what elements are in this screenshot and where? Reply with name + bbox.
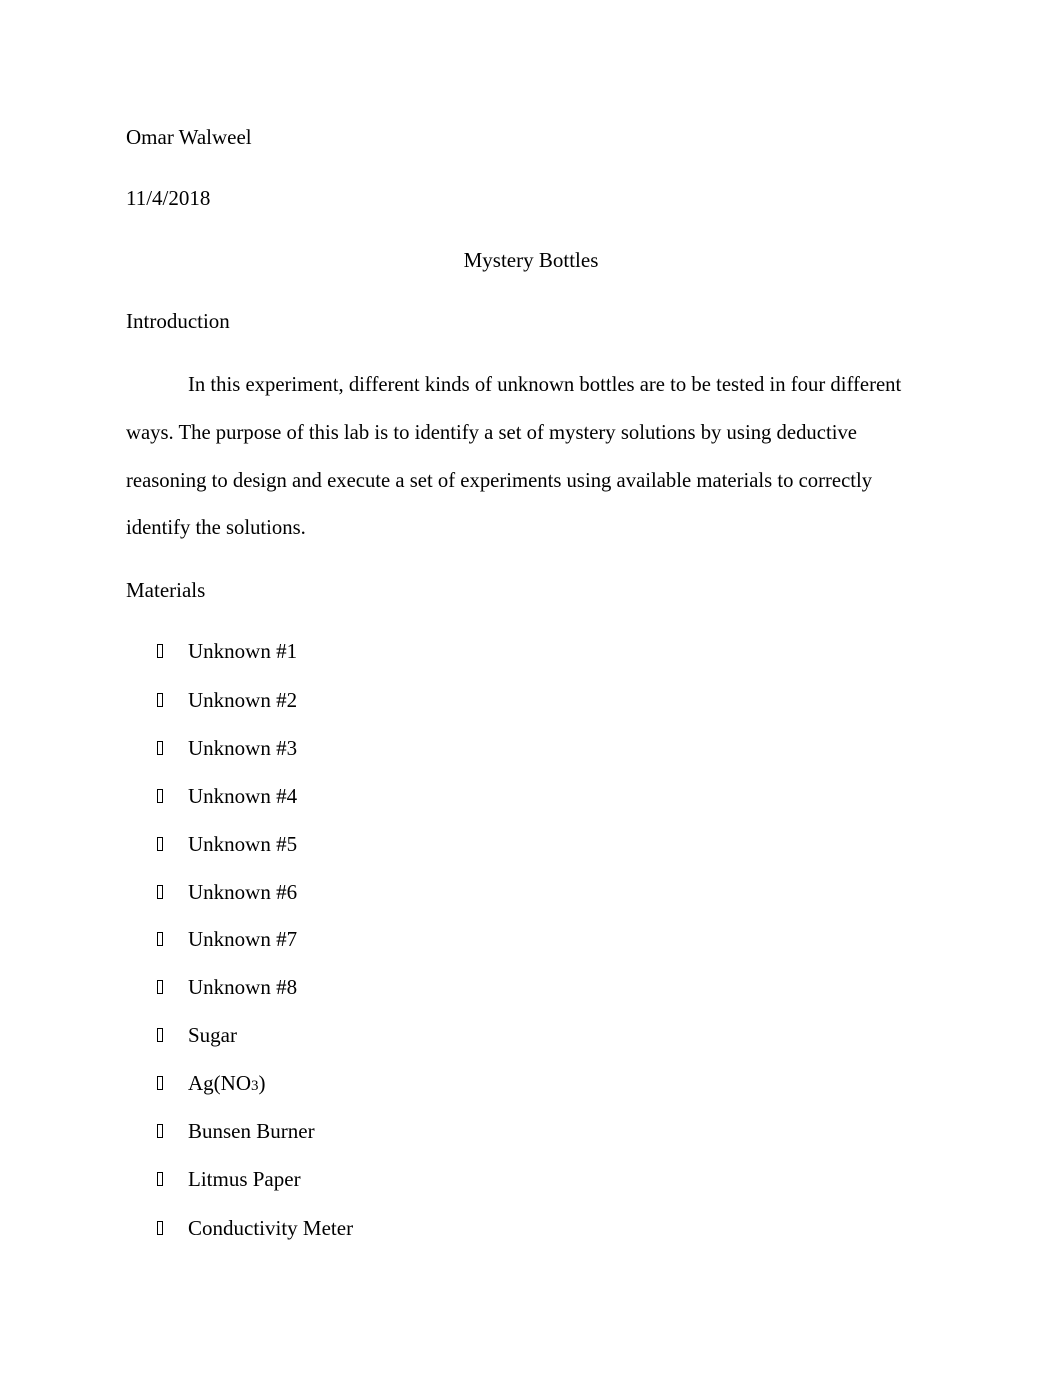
bullet-icon [157, 1221, 163, 1235]
list-item-label: Sugar [188, 1023, 237, 1047]
list-item-label: Unknown #8 [188, 975, 298, 999]
materials-heading: Materials [126, 578, 206, 602]
bullet-icon [157, 741, 163, 755]
list-item-label: Unknown #5 [188, 832, 298, 856]
paragraph-line: identify the solutions. [126, 515, 306, 539]
bullet-icon [157, 1172, 163, 1186]
bullet-icon [157, 693, 163, 707]
document-date: 11/4/2018 [126, 186, 211, 210]
list-item-label: Bunsen Burner [188, 1119, 315, 1143]
introduction-heading: Introduction [126, 309, 230, 333]
list-item-label: Unknown #3 [188, 736, 298, 760]
list-item-label: Litmus Paper [188, 1167, 301, 1191]
bullet-icon [157, 1076, 163, 1090]
list-item-label: Ag(NO3) [188, 1073, 266, 1094]
list-item-label: Unknown #2 [188, 688, 298, 712]
paragraph-line: In this experiment, different kinds of u… [188, 372, 902, 396]
document-title: Mystery Bottles [463, 248, 599, 272]
bullet-icon [157, 980, 163, 994]
bullet-icon [157, 1028, 163, 1042]
formula-suffix: ) [258, 1071, 266, 1095]
list-item-label: Unknown #7 [188, 927, 298, 951]
bullet-icon [157, 1124, 163, 1138]
list-item-label: Unknown #4 [188, 784, 298, 808]
paragraph-line: ways. The purpose of this lab is to iden… [126, 420, 857, 444]
author-name: Omar Walweel [126, 125, 252, 149]
bullet-icon [157, 789, 163, 803]
bullet-icon [157, 837, 163, 851]
formula-base: Ag(NO [188, 1071, 251, 1095]
bullet-icon [157, 885, 163, 899]
paragraph-line: reasoning to design and execute a set of… [126, 468, 873, 492]
bullet-icon [157, 932, 163, 946]
bullet-icon [157, 644, 163, 658]
list-item-label: Unknown #1 [188, 639, 298, 663]
list-item-label: Unknown #6 [188, 880, 298, 904]
list-item-label: Conductivity Meter [188, 1216, 354, 1240]
formula-subscript: 3 [251, 1078, 259, 1094]
